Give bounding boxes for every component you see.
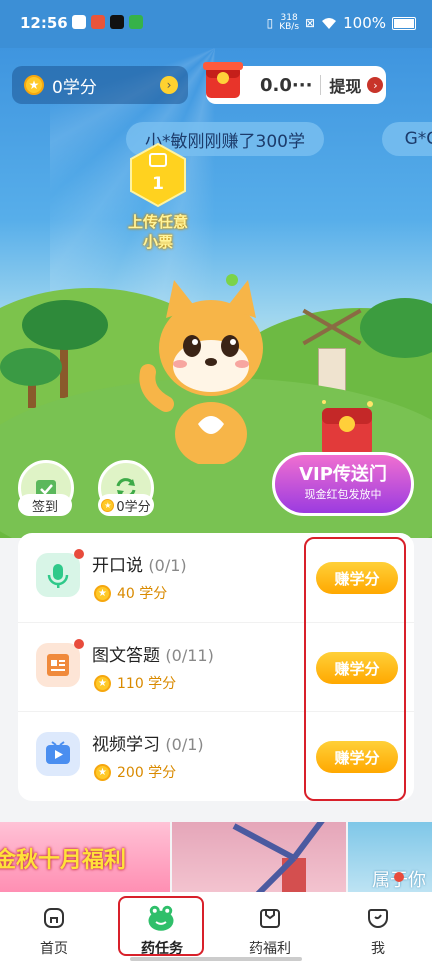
new-badge-dot (74, 639, 84, 649)
star-coin-icon: ★ (24, 75, 44, 95)
nav-profile[interactable]: 我 (324, 892, 432, 964)
star-coin-icon: ★ (101, 498, 115, 512)
battery-icon (392, 16, 416, 30)
nav-label: 我 (371, 941, 385, 957)
star-coin-icon: ★ (94, 763, 111, 781)
nav-label: 药福利 (249, 941, 291, 957)
highlight-box (118, 896, 204, 956)
net-speed: 318 KB/s (279, 13, 300, 32)
promo-windmill-image (172, 822, 346, 892)
points-balance-pill[interactable]: ★ 0学分 › (12, 66, 188, 104)
notification-icon (72, 15, 86, 29)
status-time: 12:56 (20, 14, 68, 32)
video-icon (46, 741, 70, 764)
vip-subtitle: 现金红包发放中 (304, 488, 382, 501)
upload-receipt-badge[interactable]: 1 (128, 142, 188, 208)
app-notification-icon (91, 15, 105, 29)
sign-in-label: 签到 (18, 494, 72, 516)
sim-icon: ⊠ (305, 16, 316, 30)
nav-welfare[interactable]: 药福利 (216, 892, 324, 964)
microphone-icon (47, 564, 69, 588)
chevron-right-icon: › (367, 77, 384, 93)
task-icon (36, 639, 84, 687)
welfare-icon (260, 909, 280, 928)
profile-icon (368, 909, 388, 928)
app-notification-icon (129, 15, 143, 29)
task-title: 视频学习 (0/1) (92, 735, 204, 755)
task-progress: (0/1) (165, 735, 204, 754)
home-indicator (130, 957, 302, 961)
home-icon (44, 908, 64, 928)
status-right: ▯ 318 KB/s ⊠ 100% (267, 14, 416, 32)
points-value: 0学分 (52, 77, 97, 98)
task-icon (36, 549, 84, 597)
nav-label: 首页 (40, 941, 68, 957)
nav-home[interactable]: 首页 (0, 892, 108, 964)
vip-portal-banner[interactable]: VIP传送门 现金红包发放中 (272, 452, 414, 516)
tree-left (22, 300, 108, 350)
upload-badge-count: 1 (152, 174, 164, 194)
promo-left-text: 金秋十月福利 (0, 848, 127, 873)
battery-percent: 100% (343, 14, 386, 32)
task-progress: (0/11) (165, 646, 214, 665)
red-packet-icon (203, 62, 243, 98)
task-reward: ★ 200 学分 (94, 762, 176, 782)
cash-value: 0.0··· (260, 74, 313, 96)
notification-dot (394, 872, 404, 882)
star-coin-icon: ★ (94, 584, 111, 602)
ticker-item: G*G (382, 122, 432, 156)
star-coin-icon: ★ (94, 674, 111, 692)
chevron-right-icon: › (160, 76, 178, 94)
upload-receipt-label[interactable]: 上传任意 小票 (118, 212, 198, 252)
task-reward: ★ 110 学分 (94, 673, 176, 693)
vip-title: VIP传送门 (299, 464, 387, 485)
task-title: 图文答题 (0/11) (92, 646, 214, 666)
withdraw-label: 提现 (329, 77, 362, 96)
notification-icons (72, 15, 143, 29)
task-reward: ★ 40 学分 (94, 583, 167, 603)
quiz-card-icon (47, 654, 69, 676)
bottom-nav: 首页 药任务 药福利 我 (0, 892, 432, 964)
status-bar: 12:56 ▯ 318 KB/s ⊠ 100% (0, 0, 432, 48)
promo-banner[interactable]: 金秋十月福利 属于你 (0, 822, 432, 892)
vibrate-icon: ▯ (266, 16, 274, 30)
task-title: 开口说 (0/1) (92, 556, 187, 576)
refresh-points-label: ★ 0学分 (98, 494, 154, 516)
cash-withdraw-pill[interactable]: 0.0··· 提现 › (203, 62, 386, 104)
new-badge-dot (74, 549, 84, 559)
wifi-icon (322, 17, 337, 29)
highlight-box (304, 537, 406, 801)
task-progress: (0/1) (148, 556, 187, 575)
shiba-mascot (139, 274, 263, 464)
tiktok-icon (110, 15, 124, 29)
task-icon (36, 732, 80, 776)
hero-scene: ★ 0学分 › 0.0··· 提现 › 小*敏刚刚赚了300学 G*G 1 上传… (0, 48, 432, 538)
